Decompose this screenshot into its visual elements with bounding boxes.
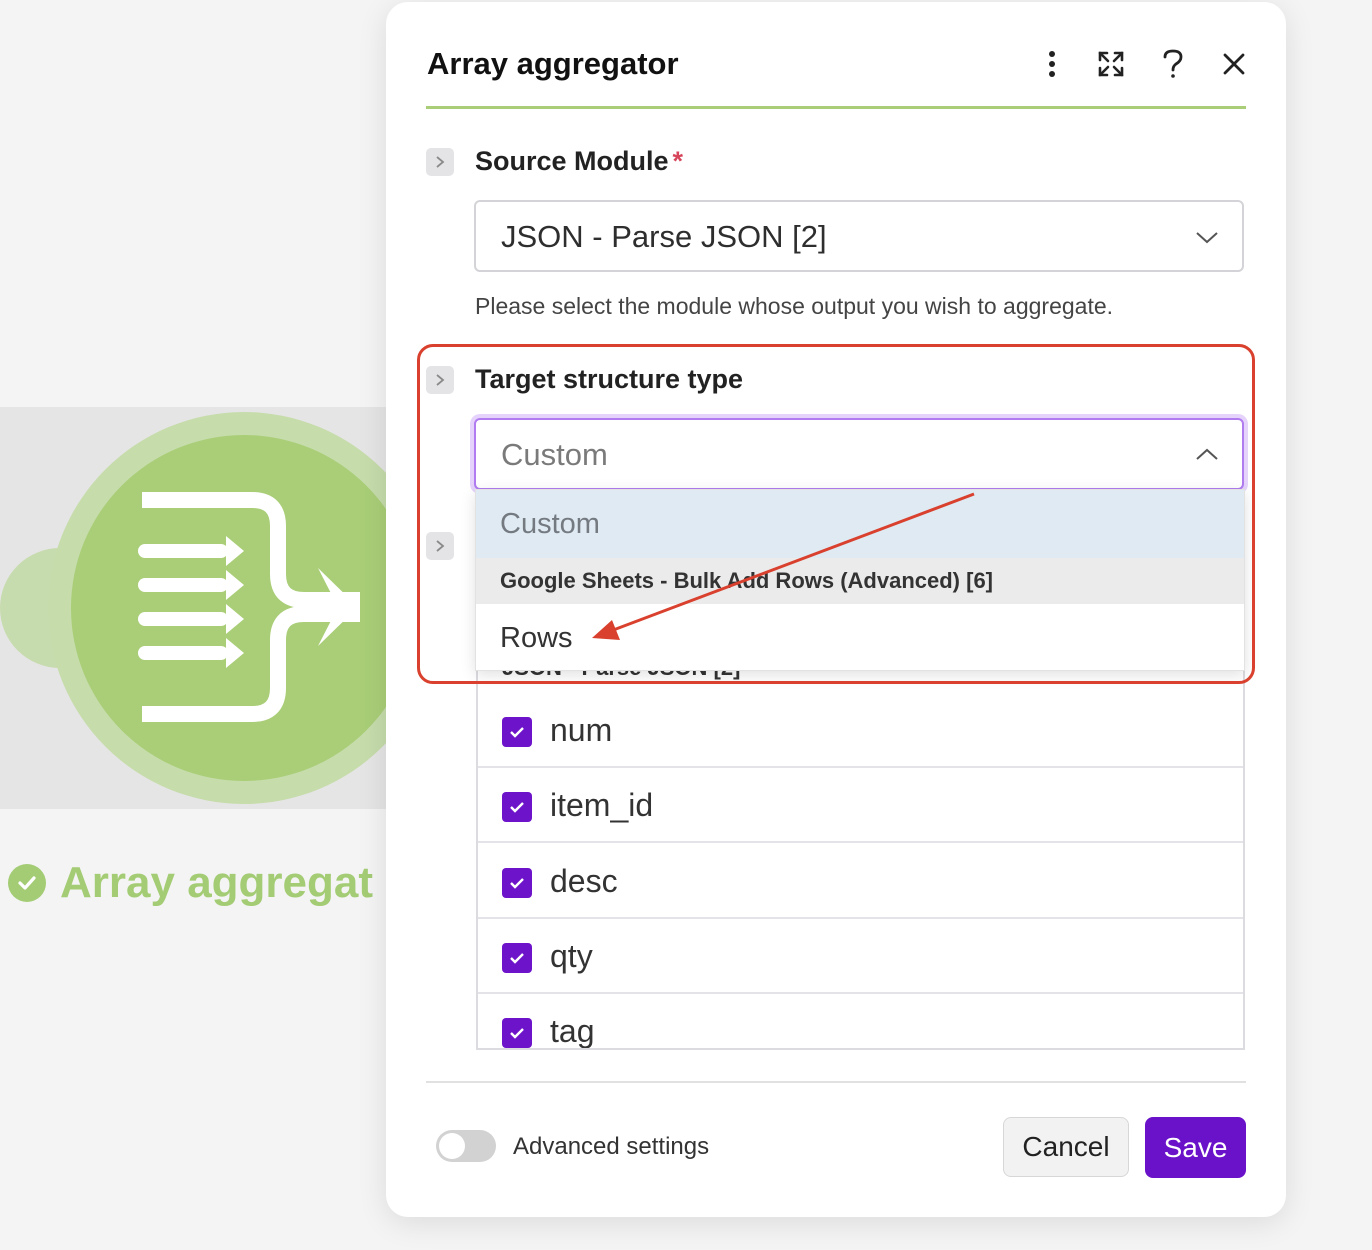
dropdown-group-header: Google Sheets - Bulk Add Rows (Advanced)… xyxy=(476,558,1244,604)
checkbox-checked-icon[interactable] xyxy=(502,1018,532,1048)
dropdown-option-rows[interactable]: Rows xyxy=(476,604,1244,670)
checkbox-checked-icon[interactable] xyxy=(502,717,532,747)
close-button[interactable] xyxy=(1214,44,1254,84)
header-divider xyxy=(426,106,1246,109)
field-row[interactable]: desc xyxy=(478,844,1243,919)
checkbox-checked-icon[interactable] xyxy=(502,943,532,973)
target-structure-label: Target structure type xyxy=(475,364,744,394)
scenario-module[interactable]: Array aggregat xyxy=(0,0,440,1250)
target-structure-expand-button[interactable] xyxy=(426,366,454,394)
array-aggregator-dialog: Array aggregator Source Module * JSON - P… xyxy=(386,2,1286,1217)
source-module-help: Please select the module whose output yo… xyxy=(475,293,1114,319)
source-module-expand-button[interactable] xyxy=(426,148,454,176)
field-row[interactable]: tag xyxy=(478,994,1243,1049)
field-row[interactable]: item_id xyxy=(478,768,1243,843)
module-name: Array aggregat xyxy=(60,858,374,907)
field-name: item_id xyxy=(550,787,654,823)
source-module-label: Source Module * xyxy=(475,146,684,176)
chevron-right-icon xyxy=(436,156,445,168)
footer-divider xyxy=(426,1081,1246,1083)
field-name: desc xyxy=(550,863,618,899)
advanced-settings-toggle[interactable] xyxy=(436,1130,496,1162)
save-button[interactable]: Save xyxy=(1145,1117,1246,1178)
more-vertical-icon xyxy=(1049,51,1055,77)
check-circle-icon xyxy=(8,864,46,902)
module-label: Array aggregat xyxy=(8,858,373,908)
field-name: num xyxy=(550,712,613,748)
help-button[interactable] xyxy=(1153,44,1193,84)
aggregated-fields-expand-button[interactable] xyxy=(426,532,454,560)
field-row[interactable]: num xyxy=(478,693,1243,768)
close-icon xyxy=(1223,53,1245,75)
array-aggregator-icon xyxy=(138,492,360,722)
chevron-down-icon xyxy=(1196,232,1218,244)
target-structure-select[interactable]: Custom xyxy=(474,418,1244,490)
help-icon xyxy=(1163,49,1183,78)
dropdown-option-selected[interactable]: Custom xyxy=(476,490,1244,558)
chevron-up-icon xyxy=(1196,448,1218,460)
required-mark: * xyxy=(672,146,684,176)
chevron-right-icon xyxy=(436,374,445,386)
field-row[interactable]: qty xyxy=(478,919,1243,994)
checkbox-checked-icon[interactable] xyxy=(502,868,532,898)
advanced-settings-label: Advanced settings xyxy=(513,1133,710,1160)
expand-icon xyxy=(1098,51,1124,77)
cancel-button[interactable]: Cancel xyxy=(1003,1117,1129,1177)
toggle-knob xyxy=(439,1133,465,1159)
source-module-select[interactable]: JSON - Parse JSON [2] xyxy=(474,200,1244,272)
dialog-title: Array aggregator xyxy=(427,46,679,81)
target-structure-dropdown[interactable]: Custom Google Sheets - Bulk Add Rows (Ad… xyxy=(475,489,1245,671)
aggregated-fields-list[interactable]: JSON - Parse JSON [2] num item_id desc q… xyxy=(476,647,1245,1050)
source-module-value: JSON - Parse JSON [2] xyxy=(501,219,827,254)
field-name: tag xyxy=(550,1013,595,1049)
chevron-right-icon xyxy=(436,540,445,552)
checkbox-checked-icon[interactable] xyxy=(502,792,532,822)
more-options-button[interactable] xyxy=(1032,44,1072,84)
field-name: qty xyxy=(550,938,593,974)
target-structure-value: Custom xyxy=(501,437,608,472)
expand-button[interactable] xyxy=(1091,44,1131,84)
